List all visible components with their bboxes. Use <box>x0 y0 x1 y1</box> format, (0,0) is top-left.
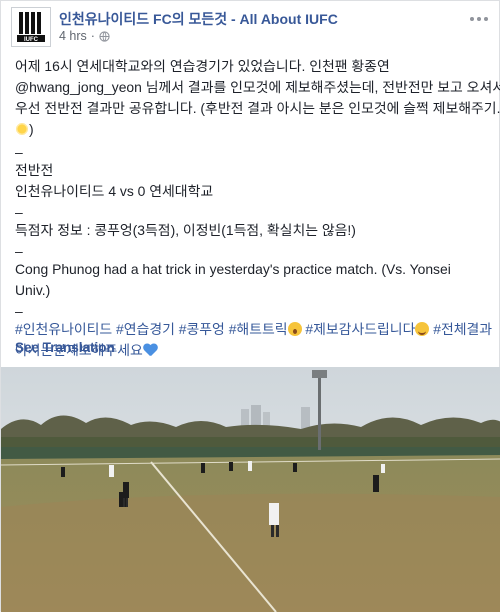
post-header: IUFC 인천유나이티드 FC의 모든것 - All About IUFC 4 … <box>1 1 499 51</box>
hashtag-link[interactable]: #전체결과 <box>433 321 492 337</box>
dash-separator: – <box>15 243 23 259</box>
post-meta: 4 hrs · <box>59 29 110 43</box>
body-line-3: 우선 전반전 결과만 공유합니다. (후반전 결과 아시는 분은 인모것에 슬쩍… <box>15 100 500 116</box>
scorers-line: 득점자 정보 : 콩푸엉(3득점), 이정빈(1득점, 확실치는 않음!) <box>15 222 356 238</box>
see-translation-link[interactable]: See Translation <box>15 340 115 355</box>
hashtag-link[interactable]: #제보감사드립니다 <box>305 321 415 337</box>
globe-icon[interactable] <box>99 30 110 42</box>
body-line-2: @hwang_jong_yeon 님께서 결과를 인모것에 제보해주셨는데, 전… <box>15 79 500 95</box>
dash-separator: – <box>15 303 23 319</box>
meta-separator: · <box>90 29 95 43</box>
soccer-field-photo <box>1 367 500 612</box>
score-line: 인천유나이티드 4 vs 0 연세대학교 <box>15 183 214 199</box>
blue-heart-emoji-icon <box>143 344 158 357</box>
dash-separator: – <box>15 204 23 220</box>
page-avatar[interactable]: IUFC <box>11 7 51 47</box>
post-photo[interactable] <box>1 367 500 612</box>
iufc-logo: IUFC <box>13 9 49 45</box>
english-line-2: Univ.) <box>15 282 51 298</box>
hashtag-link[interactable]: #인천유나이티드 <box>15 321 112 337</box>
more-options-icon[interactable] <box>469 11 489 27</box>
post-timestamp[interactable]: 4 hrs <box>59 29 87 43</box>
english-line-1: Cong Phunog had a hat trick in yesterday… <box>15 261 451 277</box>
smiling-emoji-icon <box>415 322 430 336</box>
hashtag-link[interactable]: #콩푸엉 <box>179 321 225 337</box>
sun-emoji-icon <box>15 122 29 136</box>
dash-separator: – <box>15 144 23 160</box>
logo-text: IUFC <box>24 37 39 43</box>
hashtag-link[interactable]: #연습경기 <box>116 321 175 337</box>
half-label: 전반전 <box>15 162 54 178</box>
facebook-post-card: IUFC 인천유나이티드 FC의 모든것 - All About IUFC 4 … <box>0 0 500 612</box>
body-line-1: 어제 16시 연세대학교와의 연습경기가 있었습니다. 인천팬 황종연 <box>15 58 390 74</box>
body-line-4-end: ) <box>29 121 34 137</box>
surprised-emoji-icon <box>287 322 302 336</box>
post-body: 어제 16시 연세대학교와의 연습경기가 있었습니다. 인천팬 황종연 @hwa… <box>15 56 500 361</box>
page-name-link[interactable]: 인천유나이티드 FC의 모든것 - All About IUFC <box>59 9 338 29</box>
hashtag-line-1: #인천유나이티드 #연습경기 #콩푸엉 #해트트릭 #제보감사드립니다 #전체결… <box>15 319 492 340</box>
body-line-4: ) <box>15 119 490 140</box>
hashtag-link[interactable]: #해트트릭 <box>229 321 288 337</box>
